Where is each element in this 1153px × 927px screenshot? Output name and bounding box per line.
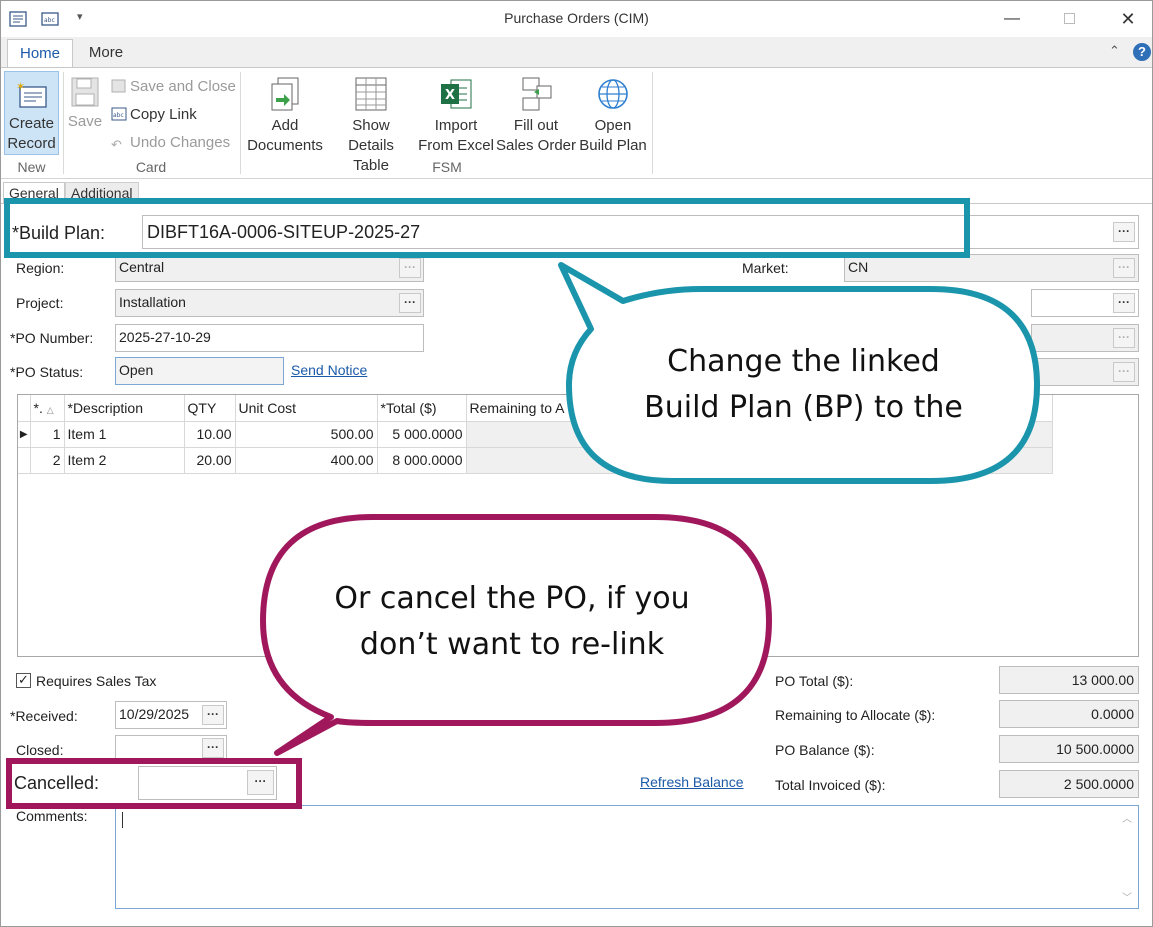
callout-bubbles bbox=[260, 262, 1040, 756]
teal-callout-text: Change the linked Build Plan (BP) to the bbox=[644, 344, 963, 425]
purchase-orders-window: abc ▾ Purchase Orders (CIM) — ✕ Home Mor… bbox=[0, 0, 1153, 927]
magenta-callout-text: Or cancel the PO, if you don’t want to r… bbox=[334, 581, 690, 662]
